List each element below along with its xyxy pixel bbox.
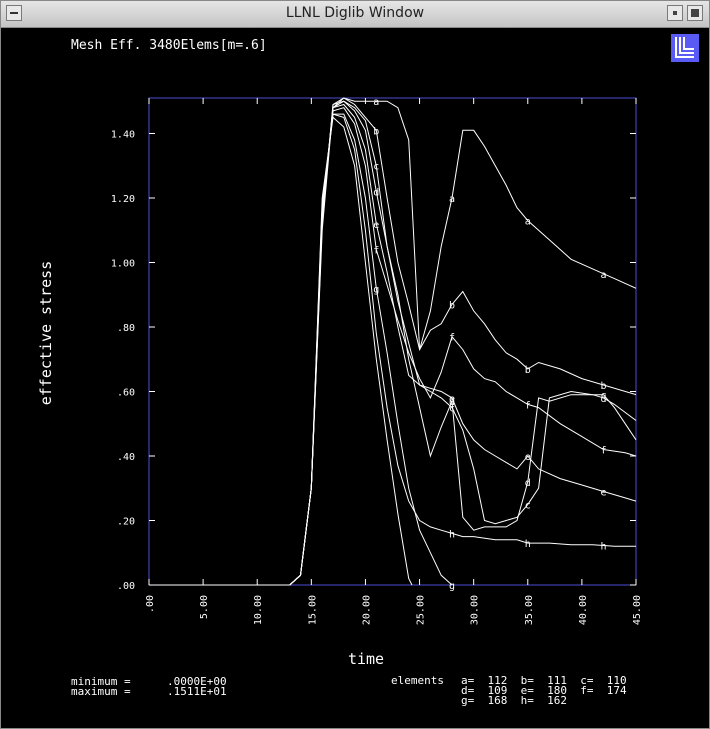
series-marker-label: g <box>373 284 379 295</box>
plot-frame <box>148 97 637 586</box>
x-tick-label: 10.00 <box>253 595 264 625</box>
elements-row: g= 168 h= 162 <box>461 694 567 707</box>
series-marker-label: h <box>525 539 531 550</box>
series-marker-label: a <box>525 217 531 228</box>
series-marker-label: f <box>525 400 531 411</box>
x-axis-label: time <box>348 650 384 668</box>
y-axis: .00 .20 .40 .60 .80 1.00 1.20 1.40 <box>111 129 636 592</box>
diglib-window: LLNL Diglib Window Mesh Eff. 3480Elems[m… <box>0 0 710 729</box>
maximize-icon[interactable] <box>687 5 703 21</box>
series-marker-label: d <box>373 188 379 199</box>
series-marker-label: h <box>449 529 455 540</box>
series-lines <box>149 97 637 586</box>
series-line-e <box>149 103 637 586</box>
series-marker-label: b <box>525 365 531 376</box>
series-marker-label: a <box>449 194 455 205</box>
x-tick-label: 20.00 <box>361 595 372 625</box>
maximum-label: maximum = <box>71 685 131 698</box>
series-marker-label: f <box>373 246 379 257</box>
x-axis: .00 5.00 10.00 15.00 20.00 25.00 30.00 35.00 40.… <box>145 98 643 625</box>
y-tick-label: 1.40 <box>111 129 135 140</box>
maximum-value: .1511E+01 <box>167 685 227 698</box>
series-line-h <box>149 113 636 586</box>
series-marker-label: f <box>449 333 455 344</box>
series-marker-label: d <box>601 394 607 405</box>
series-line-f <box>149 107 637 586</box>
min-max-summary: minimum = .0000E+00 maximum = .1511E+01 <box>71 675 227 698</box>
y-tick-label: 1.00 <box>111 258 135 269</box>
series-line-d <box>149 100 637 586</box>
series-marker-label: e <box>449 394 455 405</box>
minimize-icon[interactable] <box>667 5 683 21</box>
series-marker-label: c <box>525 500 531 511</box>
series-line-b <box>149 97 637 586</box>
series-line-g <box>149 113 453 586</box>
y-tick-label: .60 <box>117 387 135 398</box>
title-bar[interactable]: LLNL Diglib Window <box>1 1 709 28</box>
series-marker-label: e <box>601 487 607 498</box>
x-tick-label: 5.00 <box>199 595 210 619</box>
window-title: LLNL Diglib Window <box>285 5 425 21</box>
chart-canvas: Mesh Eff. 3480Elems[m=.6] .00 .20 .40 .60 .8… <box>37 38 643 707</box>
y-tick-label: .40 <box>117 452 135 463</box>
x-tick-label: 25.00 <box>416 595 427 625</box>
x-tick-label: 45.00 <box>632 595 643 625</box>
series-marker-label: e <box>525 452 531 463</box>
series-marker-label: b <box>449 300 455 311</box>
series-marker-label: a <box>373 97 379 108</box>
y-axis-label: effective stress <box>37 261 55 406</box>
elements-legend: elements a= 112 b= 111 c= 110 d= 109 e= … <box>391 674 627 707</box>
y-tick-label: .80 <box>117 323 135 334</box>
series-marker-label: h <box>601 541 607 552</box>
series-marker-label: c <box>373 162 379 173</box>
series-marker-label: b <box>373 126 379 137</box>
y-tick-label: .00 <box>117 581 135 592</box>
series-marker-label: e <box>373 220 379 231</box>
x-tick-label: .00 <box>145 595 156 613</box>
elements-title: elements <box>391 674 444 687</box>
series-marker-label: a <box>601 270 607 281</box>
chart-title: Mesh Eff. 3480Elems[m=.6] <box>71 38 267 53</box>
x-tick-label: 35.00 <box>524 595 535 625</box>
series-line-a <box>149 97 637 586</box>
x-tick-label: 30.00 <box>470 595 481 625</box>
y-tick-label: .20 <box>117 516 135 527</box>
series-marker-label: g <box>449 581 455 592</box>
y-tick-label: 1.20 <box>111 194 135 205</box>
x-tick-label: 15.00 <box>307 595 318 625</box>
series-marker-label: f <box>601 446 607 457</box>
series-marker-label: d <box>525 478 531 489</box>
series-line-c <box>149 100 637 586</box>
series-markers: aaaabbbbccccddddeeeeffffgghh h <box>373 97 606 592</box>
x-tick-label: 40.00 <box>578 595 589 625</box>
